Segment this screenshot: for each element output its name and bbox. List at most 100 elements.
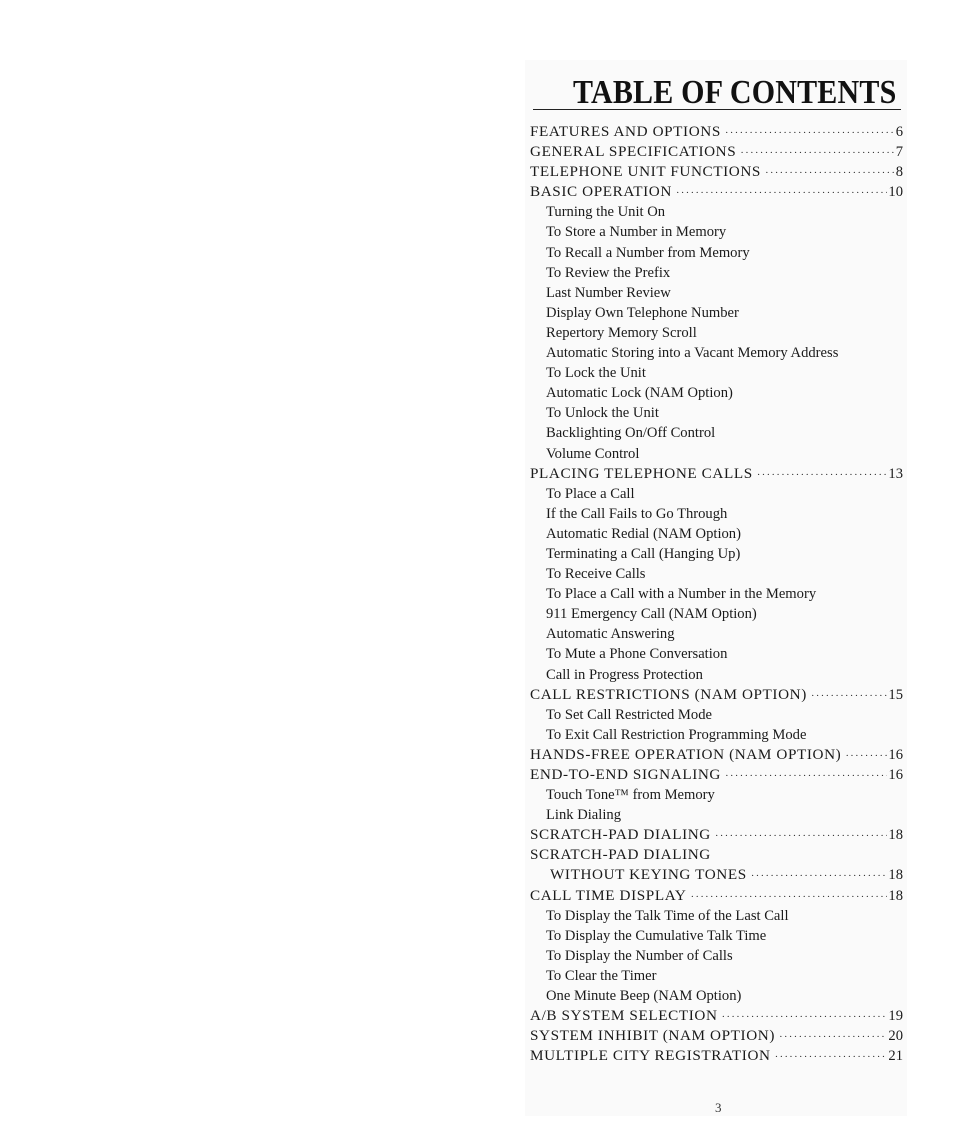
toc-subentry: To Recall a Number from Memory	[530, 243, 903, 263]
toc-entry-label: SCRATCH-PAD DIALING	[530, 846, 711, 864]
toc-subentry: Turning the Unit On	[530, 202, 903, 222]
toc-subentry: To Place a Call	[530, 484, 903, 504]
dot-leader: ········································…	[845, 749, 887, 762]
dot-leader: ········································…	[810, 689, 888, 702]
toc-subentry: Display Own Telephone Number	[530, 303, 903, 323]
toc-entry-page: 18	[888, 827, 903, 844]
toc-entry: SYSTEM INHIBIT (NAM OPTION) ·············…	[530, 1026, 903, 1046]
dot-leader: ········································…	[740, 147, 894, 160]
toc-entry: PLACING TELEPHONE CALLS ·················…	[530, 464, 903, 484]
toc-subentry: To Unlock the Unit	[530, 403, 903, 423]
dot-leader: ········································…	[750, 870, 888, 883]
toc-entry-label: To Clear the Timer	[546, 967, 657, 984]
toc-entry: A/B SYSTEM SELECTION ····················…	[530, 1006, 903, 1026]
toc-subentry: To Exit Call Restriction Programming Mod…	[530, 725, 903, 745]
toc-entry: HANDS-FREE OPERATION (NAM OPTION) ·······…	[530, 745, 903, 765]
toc-subentry: To Mute a Phone Conversation	[530, 644, 903, 664]
dot-leader: ········································…	[714, 830, 888, 843]
toc-entry-page: 13	[888, 465, 903, 482]
toc-entry-label: A/B SYSTEM SELECTION	[530, 1007, 718, 1025]
toc-entry-label: END-TO-END SIGNALING	[530, 766, 721, 783]
toc-entry-page: 18	[888, 867, 903, 884]
toc-subentry: If the Call Fails to Go Through	[530, 504, 903, 524]
toc-entry: FEATURES AND OPTIONS ····················…	[530, 122, 903, 142]
toc-entry: CALL TIME DISPLAY ·······················…	[530, 886, 903, 906]
toc-entry-label: To Display the Cumulative Talk Time	[546, 927, 767, 944]
toc-subentry: Link Dialing	[530, 805, 903, 825]
toc-subentry: To Display the Number of Calls	[530, 946, 903, 966]
toc-entry-page: 15	[888, 686, 903, 703]
toc-entry-label: To Store a Number in Memory	[546, 224, 727, 241]
toc-entry-label: Automatic Redial (NAM Option)	[546, 525, 741, 542]
toc-entry-label: Link Dialing	[546, 807, 621, 824]
toc-entry-page: 6	[895, 124, 903, 140]
toc-entry: SCRATCH-PAD DIALING ·····················…	[530, 825, 903, 845]
toc-subentry: To Set Call Restricted Mode	[530, 705, 903, 725]
toc-subentry: To Store a Number in Memory	[530, 222, 903, 242]
toc-entry-label: To Display the Talk Time of the Last Cal…	[546, 907, 789, 924]
toc-entry-label: To Lock the Unit	[546, 365, 646, 382]
toc-entry-label: Repertory Memory Scroll	[546, 324, 697, 341]
toc-entry-label: Call in Progress Protection	[546, 666, 703, 683]
toc-entry-label: To Mute a Phone Conversation	[546, 646, 728, 663]
toc-subentry: To Receive Calls	[530, 564, 903, 584]
toc-entry-label: To Review the Prefix	[546, 264, 671, 281]
toc-entry-label: MULTIPLE CITY REGISTRATION	[530, 1047, 771, 1065]
toc-subentry: To Lock the Unit	[530, 363, 903, 383]
toc-subentry: Last Number Review	[530, 283, 903, 303]
toc-entry-page: 16	[888, 746, 903, 763]
toc-subentry: Backlighting On/Off Control	[530, 423, 903, 443]
toc-entry: CALL RESTRICTIONS (NAM OPTION) ··········…	[530, 685, 903, 705]
toc-subentry: Automatic Storing into a Vacant Memory A…	[530, 343, 903, 363]
document-page: TABLE OF CONTENTS FEATURES AND OPTIONS ··…	[525, 60, 907, 1116]
dot-leader: ········································…	[724, 127, 895, 139]
toc-subentry: To Clear the Timer	[530, 966, 903, 986]
toc-subentry: 911 Emergency Call (NAM Option)	[530, 604, 903, 624]
dot-leader: ········································…	[774, 1051, 888, 1064]
toc-entry-label: CALL RESTRICTIONS (NAM OPTION)	[530, 685, 807, 703]
toc-entry: MULTIPLE CITY REGISTRATION ··············…	[530, 1046, 903, 1066]
dot-leader: ········································…	[756, 468, 888, 481]
toc-entry: WITHOUT KEYING TONES ····················…	[530, 865, 903, 885]
toc-entry-page: 18	[888, 887, 903, 904]
toc-entry-label: Automatic Lock (NAM Option)	[546, 385, 733, 402]
toc-entry-label: To Recall a Number from Memory	[546, 244, 750, 261]
page-title: TABLE OF CONTENTS	[573, 74, 897, 111]
toc-entry-label: One Minute Beep (NAM Option)	[546, 988, 742, 1005]
toc-subentry: Repertory Memory Scroll	[530, 323, 903, 343]
toc-entry-label: To Unlock the Unit	[546, 405, 659, 422]
toc-entry: GENERAL SPECIFICATIONS ··················…	[530, 142, 903, 162]
toc-subentry: Terminating a Call (Hanging Up)	[530, 544, 903, 564]
toc-entry-label: Automatic Storing into a Vacant Memory A…	[546, 345, 839, 362]
toc-entry-label: To Place a Call with a Number in the Mem…	[546, 586, 817, 603]
dot-leader: ········································…	[675, 187, 888, 200]
toc-entry-label: BASIC OPERATION	[530, 183, 672, 201]
toc-subentry: One Minute Beep (NAM Option)	[530, 986, 903, 1006]
toc-entry-label: To Place a Call	[546, 485, 635, 502]
toc-subentry: Volume Control	[530, 444, 903, 464]
toc-entry-page: 7	[895, 144, 903, 161]
toc-subentry: Call in Progress Protection	[530, 665, 903, 685]
toc-entry-label: To Receive Calls	[546, 566, 646, 583]
toc-entry-label: 911 Emergency Call (NAM Option)	[546, 606, 757, 623]
toc-entry-label: To Display the Number of Calls	[546, 947, 733, 964]
toc-entry-label: SCRATCH-PAD DIALING	[530, 826, 711, 844]
toc-entry: SCRATCH-PAD DIALING	[530, 845, 903, 865]
toc-entry-label: To Set Call Restricted Mode	[546, 706, 712, 723]
toc-entry-label: PLACING TELEPHONE CALLS	[530, 464, 753, 482]
page-number: 3	[715, 1100, 722, 1115]
toc-entry-label: CALL TIME DISPLAY	[530, 886, 687, 904]
toc-entry: TELEPHONE UNIT FUNCTIONS ················…	[530, 162, 903, 182]
toc-subentry: Automatic Answering	[530, 624, 903, 644]
toc-subentry: To Place a Call with a Number in the Mem…	[530, 584, 903, 604]
dot-leader: ········································…	[779, 1031, 887, 1044]
toc-entry-label: Automatic Answering	[546, 626, 675, 643]
toc-subentry: Automatic Lock (NAM Option)	[530, 383, 903, 403]
toc-entry-label: Touch Tone™ from Memory	[546, 787, 715, 804]
toc-entry-label: If the Call Fails to Go Through	[546, 505, 728, 522]
toc-entry-label: To Exit Call Restriction Programming Mod…	[546, 726, 807, 743]
toc-entry: BASIC OPERATION ·························…	[530, 182, 903, 202]
dot-leader: ········································…	[690, 890, 887, 903]
toc-entry-label: HANDS-FREE OPERATION (NAM OPTION)	[530, 745, 842, 763]
toc-entry-page: 16	[888, 767, 903, 783]
